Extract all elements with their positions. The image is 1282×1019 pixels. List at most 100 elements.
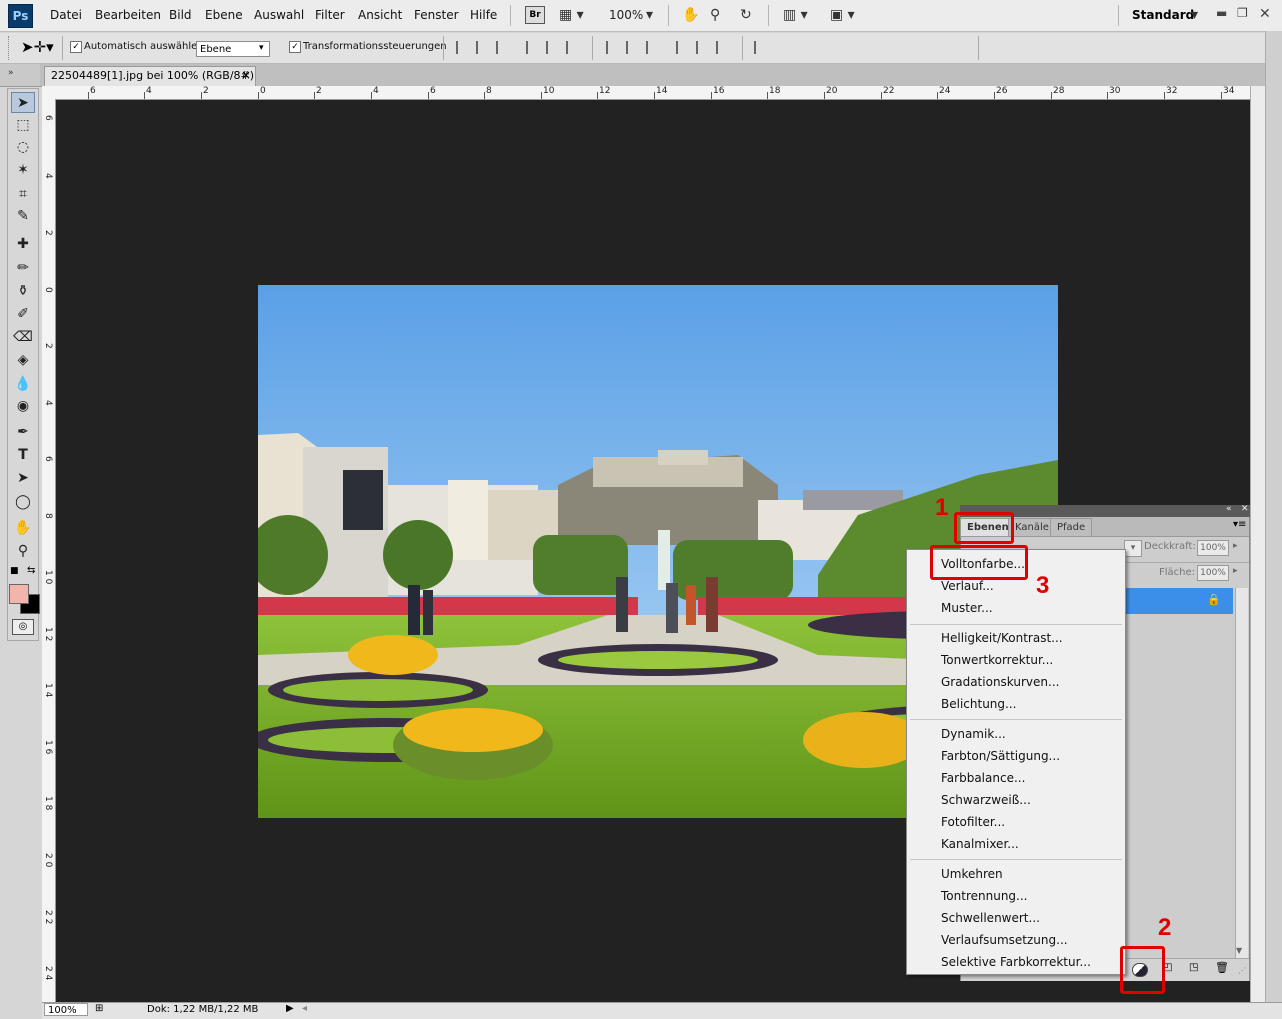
menu-item-gradationskurven[interactable]: Gradationskurven... [941, 675, 1059, 689]
chevron-down-icon[interactable]: ▾ [1191, 6, 1198, 24]
collapse-panel-icon[interactable]: » [8, 68, 14, 78]
menu-datei[interactable]: Datei [50, 8, 82, 22]
menu-ebene[interactable]: Ebene [205, 8, 243, 22]
quick-mask-icon[interactable]: ◎ [12, 619, 34, 635]
eyedropper-tool-icon[interactable]: ✎ [11, 206, 35, 226]
menu-ansicht[interactable]: Ansicht [358, 8, 402, 22]
move-tool-preset-icon[interactable]: ➤✛▾ [21, 38, 54, 56]
menu-item-selektive-farbkorrektur[interactable]: Selektive Farbkorrektur... [941, 955, 1091, 969]
eraser-tool-icon[interactable]: ⌫ [11, 327, 35, 347]
align-hcenter-icon[interactable] [546, 41, 561, 54]
blend-mode-dropdown[interactable]: ▾ [1124, 540, 1142, 557]
menu-filter[interactable]: Filter [315, 8, 345, 22]
menu-item-schwellenwert[interactable]: Schwellenwert... [941, 911, 1040, 925]
menu-item-tonwertkorrektur[interactable]: Tonwertkorrektur... [941, 653, 1053, 667]
align-top-icon[interactable] [456, 41, 471, 54]
history-brush-tool-icon[interactable]: ✐ [11, 304, 35, 324]
zoom-tool-icon[interactable]: ⚲ [11, 541, 35, 561]
distribute-right-icon[interactable] [716, 41, 731, 54]
scroll-left-icon[interactable]: ◂ [302, 1003, 307, 1014]
crop-tool-icon[interactable]: ⌗ [11, 184, 35, 204]
menu-item-farbton-saettigung[interactable]: Farbton/Sättigung... [941, 749, 1060, 763]
align-vcenter-icon[interactable] [476, 41, 491, 54]
close-document-icon[interactable]: × [241, 68, 251, 82]
bridge-button[interactable]: Br [525, 6, 545, 24]
status-options-icon[interactable]: ⊞ [95, 1003, 103, 1014]
ellipse-tool-icon[interactable]: ◯ [11, 492, 35, 512]
auto-select-checkbox[interactable]: ✓ [70, 41, 82, 53]
transform-controls-checkbox[interactable]: ✓ [289, 41, 301, 53]
close-panel-icon[interactable]: ✕ [1241, 504, 1249, 514]
zoom-tool-icon[interactable]: ⚲ [710, 6, 720, 24]
document-tab[interactable]: 22504489[1].jpg bei 100% (RGB/8#) [44, 66, 256, 86]
menu-bild[interactable]: Bild [169, 8, 192, 22]
menu-item-fotofilter[interactable]: Fotofilter... [941, 815, 1005, 829]
menu-fenster[interactable]: Fenster [414, 8, 459, 22]
close-icon[interactable]: ✕ [1259, 6, 1271, 22]
pen-tool-icon[interactable]: ✒ [11, 422, 35, 442]
distribute-left-icon[interactable] [676, 41, 691, 54]
collapse-icon[interactable]: « [1226, 504, 1232, 514]
distribute-bottom-icon[interactable] [646, 41, 661, 54]
lasso-tool-icon[interactable]: ◌ [11, 137, 35, 157]
view-extras-icon[interactable]: ▦ ▾ [559, 6, 595, 24]
swap-colors-icon[interactable]: ⇆ [27, 565, 35, 576]
move-tool-icon[interactable]: ➤ [11, 92, 35, 113]
paint-bucket-tool-icon[interactable]: ◈ [11, 350, 35, 370]
menu-item-muster[interactable]: Muster... [941, 601, 993, 615]
marquee-tool-icon[interactable]: ⬚ [11, 115, 35, 135]
vertical-scrollbar[interactable] [1250, 86, 1265, 1002]
distribute-hcenter-icon[interactable] [696, 41, 711, 54]
clone-stamp-tool-icon[interactable]: ⚱ [11, 281, 35, 301]
brush-tool-icon[interactable]: ✏ [11, 258, 35, 278]
restore-icon[interactable]: ❐ [1237, 6, 1248, 20]
rotate-view-icon[interactable]: ↻ [740, 6, 752, 24]
distribute-vcenter-icon[interactable] [626, 41, 641, 54]
hand-tool-icon[interactable]: ✋ [11, 518, 35, 538]
fill-field[interactable]: 100% [1197, 565, 1229, 581]
minimize-icon[interactable]: ▬ [1216, 6, 1227, 20]
healing-brush-tool-icon[interactable]: ✚ [11, 234, 35, 254]
foreground-color-swatch-front[interactable] [9, 584, 29, 604]
menu-item-dynamik[interactable]: Dynamik... [941, 727, 1006, 741]
menu-item-helligkeit-kontrast[interactable]: Helligkeit/Kontrast... [941, 631, 1063, 645]
chevron-down-icon[interactable]: ▾ [259, 43, 264, 53]
menu-item-kanalmixer[interactable]: Kanalmixer... [941, 837, 1019, 851]
type-tool-icon[interactable]: T [11, 445, 35, 465]
left-ruler[interactable]: 6 4 2 0 2 4 6 8 1 0 1 2 1 4 1 6 1 8 2 0 2 2 2 4 [42, 99, 56, 1002]
fill-arrow-icon[interactable]: ▸ [1233, 566, 1238, 576]
dodge-tool-icon[interactable]: ◉ [11, 396, 35, 416]
align-bottom-icon[interactable] [496, 41, 511, 54]
trash-icon[interactable]: 🗑 [1215, 961, 1229, 974]
status-menu-arrow-icon[interactable]: ▶ [286, 1003, 294, 1014]
blur-tool-icon[interactable]: 💧 [11, 374, 35, 394]
opacity-field[interactable]: 100% [1197, 540, 1229, 556]
align-left-icon[interactable] [526, 41, 541, 54]
tab-kanaele[interactable]: Kanäle [1008, 518, 1056, 537]
auto-align-layers-icon[interactable] [754, 41, 769, 54]
default-colors-icon[interactable]: ■ [10, 566, 19, 576]
menu-item-schwarzweiss[interactable]: Schwarzweiß... [941, 793, 1031, 807]
layers-scrollbar[interactable] [1235, 588, 1248, 958]
menu-auswahl[interactable]: Auswahl [254, 8, 304, 22]
opacity-arrow-icon[interactable]: ▸ [1233, 541, 1238, 551]
panel-menu-icon[interactable]: ▾≡ [1233, 519, 1246, 530]
tab-pfade[interactable]: Pfade [1050, 518, 1093, 537]
align-right-icon[interactable] [566, 41, 581, 54]
magic-wand-tool-icon[interactable]: ✶ [11, 160, 35, 180]
screen-mode-icon[interactable]: ▣ ▾ [830, 6, 855, 24]
scroll-down-icon[interactable]: ▼ [1236, 946, 1242, 955]
chevron-down-icon[interactable]: ▾ [646, 6, 653, 24]
hand-tool-icon[interactable]: ✋ [682, 6, 699, 24]
menu-bearbeiten[interactable]: Bearbeiten [95, 8, 161, 22]
resize-grip-icon[interactable]: ⋰ [1238, 966, 1246, 975]
path-selection-tool-icon[interactable]: ➤ [11, 468, 35, 488]
menu-item-tontrennung[interactable]: Tontrennung... [941, 889, 1027, 903]
menu-item-farbbalance[interactable]: Farbbalance... [941, 771, 1025, 785]
workspace-switcher[interactable]: Standard [1132, 8, 1194, 22]
arrange-documents-icon[interactable]: ▥ ▾ [783, 6, 808, 24]
zoom-level-display[interactable]: 100% [609, 8, 643, 22]
menu-item-umkehren[interactable]: Umkehren [941, 867, 1003, 881]
top-ruler[interactable]: 6 4 2 0 2 4 6 8 10 12 14 16 18 20 22 24 26 28 30 32 34 [42, 86, 1250, 100]
new-layer-icon[interactable]: ◳ [1189, 962, 1198, 973]
